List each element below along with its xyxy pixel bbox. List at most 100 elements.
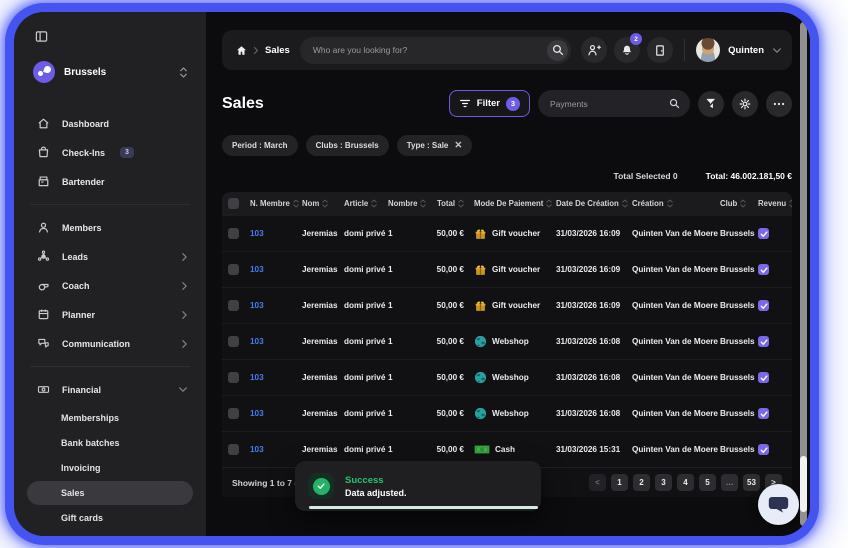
cell-member-number[interactable]: 103 (250, 373, 302, 382)
sidebar-item-dashboard[interactable]: Dashboard (14, 109, 206, 138)
cell-member-number[interactable]: 103 (250, 265, 302, 274)
prev-page-button[interactable]: < (589, 474, 606, 491)
filter-chip-type-sale[interactable]: Type : Sale✕ (397, 135, 473, 156)
add-member-button[interactable] (581, 37, 607, 63)
sort-icon[interactable] (322, 199, 328, 208)
column-header-n-membre[interactable]: N. Membre (250, 199, 302, 208)
page-button-1[interactable]: 1 (611, 474, 628, 491)
sidebar-item-coach[interactable]: Coach (14, 271, 206, 300)
column-header-total[interactable]: Total (428, 199, 474, 208)
checkin-door-button[interactable] (647, 37, 673, 63)
revenue-checkbox[interactable] (758, 444, 769, 455)
more-options-button[interactable] (766, 91, 792, 117)
revenue-checkbox[interactable] (758, 372, 769, 383)
row-checkbox[interactable] (228, 408, 239, 419)
sidebar-subitem-gift-cards[interactable]: Gift cards (27, 506, 193, 530)
page-button-4[interactable]: 4 (677, 474, 694, 491)
row-checkbox[interactable] (228, 228, 239, 239)
home-icon[interactable] (236, 45, 247, 56)
column-label: Article (344, 199, 368, 208)
sidebar-subitem-sales[interactable]: Sales (27, 481, 193, 505)
revenue-checkbox[interactable] (758, 264, 769, 275)
sort-icon[interactable] (740, 199, 746, 208)
chat-launcher-button[interactable] (758, 484, 799, 525)
cell-quantity: 1 (388, 445, 428, 454)
cell-club: Brussels (720, 445, 758, 454)
cell-member-number[interactable]: 103 (250, 409, 302, 418)
column-header-mode-de-paiement[interactable]: Mode De Paiement (474, 199, 556, 208)
filter-button[interactable]: Filter 3 (449, 90, 530, 117)
search-button[interactable] (547, 40, 568, 61)
sort-icon[interactable] (420, 199, 426, 208)
sidebar-subitem-orders[interactable]: Orders (27, 531, 193, 536)
row-checkbox[interactable] (228, 264, 239, 275)
cell-name: Jeremias (302, 409, 344, 418)
sidebar: Brussels DashboardCheck-Ins3Bartender Mem… (14, 12, 206, 536)
revenue-checkbox[interactable] (758, 408, 769, 419)
column-header-nom[interactable]: Nom (302, 199, 344, 208)
chip-remove-icon[interactable]: ✕ (454, 141, 462, 151)
toast-success[interactable]: Success Data adjusted. (295, 461, 541, 511)
user-menu[interactable]: Quinten (696, 38, 782, 62)
filter-chip-clubs-brussels[interactable]: Clubs : Brussels (306, 135, 389, 156)
sidebar-item-members[interactable]: Members (14, 213, 206, 242)
row-checkbox[interactable] (228, 372, 239, 383)
settings-button[interactable] (732, 91, 758, 117)
sidebar-item-communication[interactable]: Communication (14, 329, 206, 358)
sort-icon[interactable] (371, 199, 377, 208)
scrollbar-thumb[interactable] (800, 456, 807, 512)
sidebar-item-check-ins[interactable]: Check-Ins3 (14, 138, 206, 167)
revenue-checkbox[interactable] (758, 228, 769, 239)
notifications-button[interactable]: 2 (614, 37, 640, 63)
column-header-revenu[interactable]: Revenu (758, 199, 784, 208)
cash-icon (474, 444, 490, 455)
sort-icon[interactable] (458, 199, 464, 208)
sidebar-subitem-invoicing[interactable]: Invoicing (27, 456, 193, 480)
sort-icon[interactable] (293, 199, 299, 208)
cell-member-number[interactable]: 103 (250, 337, 302, 346)
payments-search[interactable] (538, 90, 690, 117)
sidebar-collapse-icon[interactable] (35, 30, 48, 43)
global-search[interactable] (300, 37, 571, 64)
page-actions: Filter 3 (449, 90, 792, 117)
column-header-cr-ation[interactable]: Création (632, 199, 720, 208)
page-button-2[interactable]: 2 (633, 474, 650, 491)
sidebar-item-leads[interactable]: Leads (14, 242, 206, 271)
sidebar-item-financial[interactable]: Financial (14, 375, 206, 404)
global-search-input[interactable] (313, 45, 547, 55)
row-checkbox[interactable] (228, 336, 239, 347)
select-all-checkbox[interactable] (228, 198, 239, 209)
sort-icon[interactable] (667, 199, 673, 208)
revenue-checkbox[interactable] (758, 300, 769, 311)
sort-icon[interactable] (789, 199, 792, 208)
column-header-date-de-cr-ation[interactable]: Date De Création (556, 199, 632, 208)
cell-member-number[interactable]: 103 (250, 229, 302, 238)
sort-icon[interactable] (622, 199, 628, 208)
cell-member-number[interactable]: 103 (250, 301, 302, 310)
payments-search-input[interactable] (550, 99, 663, 109)
cell-name: Jeremias (302, 373, 344, 382)
page-button-53[interactable]: 53 (743, 474, 760, 491)
cell-club: Brussels (720, 409, 758, 418)
sidebar-item-planner[interactable]: Planner (14, 300, 206, 329)
sort-icon[interactable] (546, 199, 552, 208)
column-header-nombre[interactable]: Nombre (388, 199, 428, 208)
column-header-club[interactable]: Club (720, 199, 758, 208)
sidebar-subitem-memberships[interactable]: Memberships (27, 406, 193, 430)
filter-chip-period-march[interactable]: Period : March (222, 135, 298, 156)
cell-total: 50,00 € (428, 445, 474, 454)
clear-filters-button[interactable] (698, 91, 724, 117)
sidebar-subitem-bank-batches[interactable]: Bank batches (27, 431, 193, 455)
sidebar-item-bartender[interactable]: Bartender (14, 167, 206, 196)
column-header-article[interactable]: Article (344, 199, 388, 208)
workspace-selector[interactable]: Brussels (14, 48, 206, 83)
scrollbar[interactable] (800, 22, 807, 526)
page-button-5[interactable]: 5 (699, 474, 716, 491)
page-ellipsis: … (721, 474, 738, 491)
cell-member-number[interactable]: 103 (250, 445, 302, 454)
revenue-checkbox[interactable] (758, 336, 769, 347)
row-checkbox[interactable] (228, 444, 239, 455)
page-button-3[interactable]: 3 (655, 474, 672, 491)
totals-bar: Total Selected 0 Total: 46.002.181,50 € (222, 171, 792, 181)
row-checkbox[interactable] (228, 300, 239, 311)
